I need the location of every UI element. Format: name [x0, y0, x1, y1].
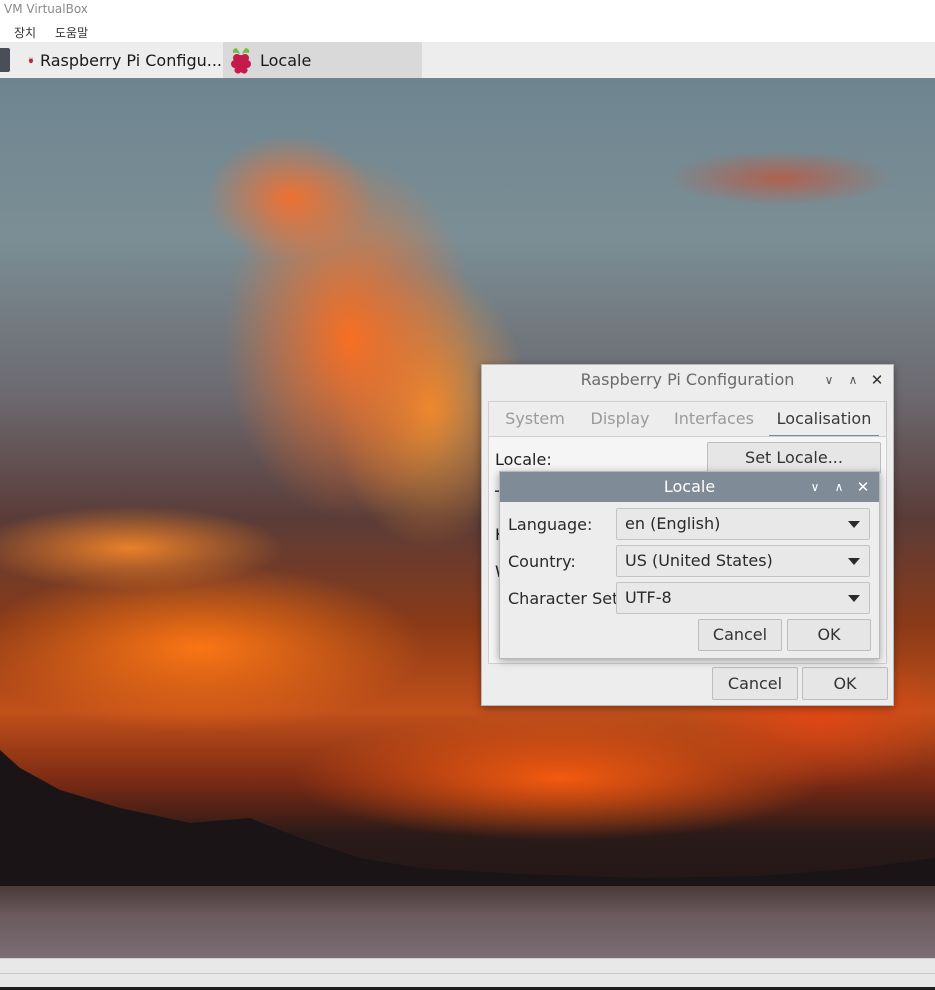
- host-window-title: VM VirtualBox: [0, 0, 935, 20]
- lake: [0, 886, 935, 958]
- menu-devices[interactable]: 장치: [14, 24, 36, 41]
- character-set-value: UTF-8: [625, 588, 672, 607]
- tab-bar: System Display Interfaces Localisation: [488, 401, 887, 438]
- chevron-down-icon: [848, 595, 860, 602]
- language-value: en (English): [625, 514, 721, 533]
- locale-label: Locale:: [495, 450, 552, 469]
- taskbar-item-raspberry-pi-configuration[interactable]: Raspberry Pi Configu...: [24, 42, 222, 78]
- taskbar-item-label: Locale: [260, 50, 312, 70]
- set-locale-button[interactable]: Set Locale...: [707, 442, 881, 474]
- tab-display[interactable]: Display: [581, 402, 659, 437]
- taskbar-item-label: Raspberry Pi Configu...: [39, 50, 222, 70]
- maximize-icon[interactable]: ∧: [843, 365, 863, 395]
- cancel-button[interactable]: Cancel: [712, 667, 798, 700]
- raspberry-icon: [28, 57, 34, 64]
- locale-dialog: Locale ∨ ∧ ✕ Language: en (English) Coun…: [499, 471, 880, 659]
- minimize-icon[interactable]: ∨: [805, 472, 825, 502]
- language-label: Language:: [508, 515, 593, 534]
- minimize-icon[interactable]: ∨: [819, 365, 839, 395]
- close-icon[interactable]: ✕: [867, 365, 887, 395]
- menu-help[interactable]: 도움말: [55, 24, 88, 41]
- taskbar-item-locale[interactable]: Locale: [223, 42, 422, 78]
- country-value: US (United States): [625, 551, 773, 570]
- close-icon[interactable]: ✕: [853, 472, 873, 502]
- tab-system[interactable]: System: [493, 402, 577, 437]
- chevron-down-icon: [848, 558, 860, 565]
- maximize-icon[interactable]: ∧: [829, 472, 849, 502]
- window-title: Locale: [663, 477, 716, 496]
- divider: [0, 973, 935, 974]
- language-select[interactable]: en (English): [616, 508, 870, 540]
- locale-cancel-button[interactable]: Cancel: [698, 619, 782, 651]
- locale-ok-button[interactable]: OK: [787, 619, 871, 651]
- country-select[interactable]: US (United States): [616, 545, 870, 577]
- chevron-down-icon: [848, 521, 860, 528]
- host-menubar: 장치 도움말: [0, 20, 935, 42]
- country-label: Country:: [508, 552, 576, 571]
- character-set-select[interactable]: UTF-8: [616, 582, 870, 614]
- tab-interfaces[interactable]: Interfaces: [667, 402, 761, 437]
- terminal-launcher-icon[interactable]: [0, 48, 10, 72]
- ok-button[interactable]: OK: [802, 667, 888, 700]
- taskbar: Raspberry Pi Configu... Locale: [0, 42, 935, 79]
- raspberry-icon: [231, 48, 251, 74]
- tab-localisation[interactable]: Localisation: [769, 402, 879, 438]
- character-set-label: Character Set:: [508, 589, 624, 608]
- host-status-bar: [0, 958, 935, 990]
- locale-dialog-titlebar: Locale ∨ ∧ ✕: [500, 472, 879, 502]
